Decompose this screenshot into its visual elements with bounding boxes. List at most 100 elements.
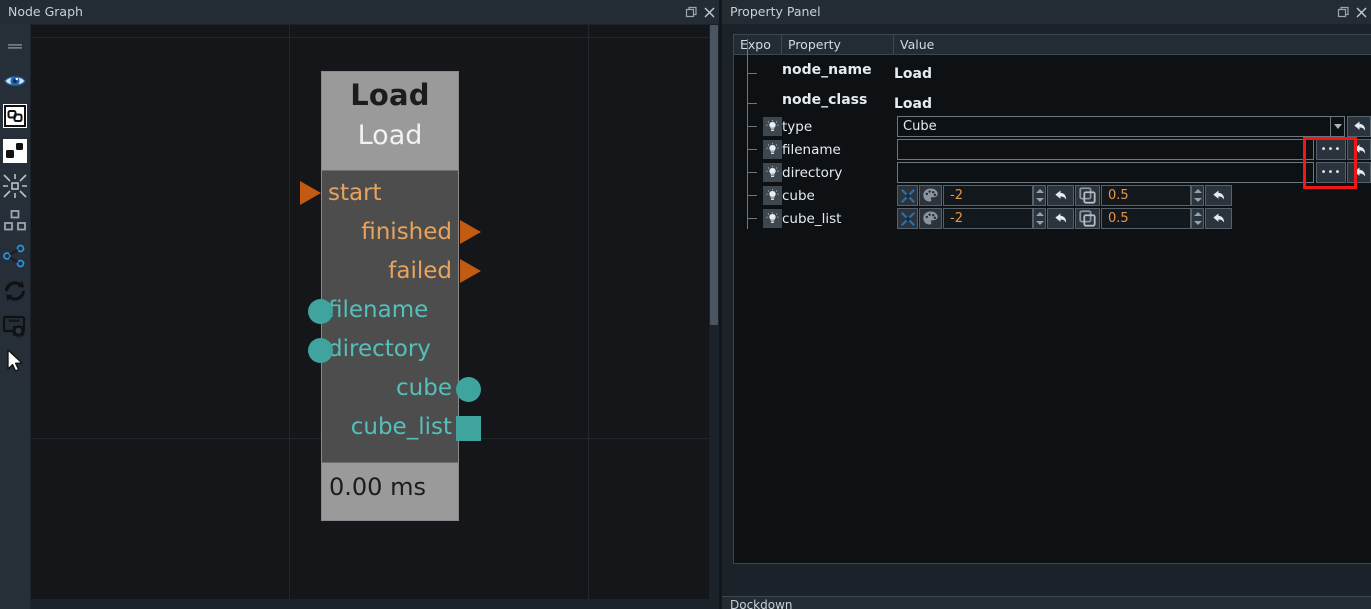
node-graph-horizontal-scrollbar[interactable]	[31, 599, 709, 609]
link-break-icon[interactable]	[897, 185, 918, 206]
grid-line-vertical	[289, 25, 290, 609]
cube-list-number-1[interactable]: -2	[943, 208, 1033, 229]
refresh-icon[interactable]	[1, 273, 29, 308]
group-node-icon[interactable]	[1, 98, 29, 133]
property-panel-titlebar: Property Panel	[722, 0, 1371, 24]
undo-button[interactable]	[1047, 185, 1074, 206]
collapse-icon[interactable]	[1, 168, 29, 203]
expose-bulb-icon[interactable]	[763, 163, 782, 182]
copy-icon[interactable]	[1075, 185, 1100, 206]
node-graph-toolbar	[0, 24, 30, 609]
property-row-node-class[interactable]: node_class Load	[734, 85, 1371, 115]
expose-bulb-icon[interactable]	[763, 186, 782, 205]
property-row-type[interactable]: type Cube	[734, 115, 1371, 138]
port-connector-cube-list[interactable]	[456, 416, 481, 441]
expo-cell	[734, 161, 782, 184]
color-palette-icon[interactable]	[919, 185, 942, 206]
node-graph-titlebar: Node Graph	[0, 0, 719, 24]
property-value-editor: Cube	[894, 115, 1371, 138]
chevron-down-icon[interactable]	[1331, 116, 1345, 137]
expo-cell	[734, 59, 782, 82]
property-panel-titlebar-buttons	[1335, 0, 1369, 24]
node-graph-vertical-scrollbar[interactable]	[709, 25, 719, 609]
port-connector-filename[interactable]	[308, 299, 333, 324]
port-connector-failed[interactable]	[460, 259, 481, 283]
node-port-directory[interactable]: directory	[322, 330, 458, 369]
node-port-failed[interactable]: failed	[322, 252, 458, 291]
property-name: node_class	[782, 92, 868, 108]
expose-bulb-icon[interactable]	[763, 140, 782, 159]
cube-list-number-2-stepper[interactable]	[1191, 208, 1204, 229]
property-value-editor: -2 0.5	[894, 207, 1371, 230]
filename-browse-button[interactable]: •••	[1316, 139, 1346, 160]
expo-cell	[734, 207, 782, 230]
cube-number-1-stepper[interactable]	[1033, 185, 1046, 206]
undo-button[interactable]	[1347, 139, 1371, 160]
screenshot-icon[interactable]	[1, 308, 29, 343]
directory-browse-button[interactable]: •••	[1316, 162, 1346, 183]
column-header-value[interactable]: Value	[894, 35, 1371, 54]
close-icon[interactable]	[1353, 4, 1369, 20]
type-combobox[interactable]: Cube	[897, 116, 1331, 137]
copy-icon[interactable]	[1075, 208, 1100, 229]
close-icon[interactable]	[701, 4, 717, 20]
property-row-cube[interactable]: cube -2 0.5	[734, 184, 1371, 207]
cube-number-2-stepper[interactable]	[1191, 185, 1204, 206]
property-row-node-name[interactable]: node_name Load	[734, 55, 1371, 85]
share-graph-icon[interactable]	[1, 238, 29, 273]
property-value-editor: •••	[894, 161, 1371, 184]
cube-number-2[interactable]: 0.5	[1101, 185, 1191, 206]
property-value-editor: •••	[894, 138, 1371, 161]
undo-button[interactable]	[1205, 208, 1232, 229]
node-subtitle: Load	[357, 120, 423, 151]
undo-button[interactable]	[1205, 185, 1232, 206]
filename-input[interactable]	[897, 139, 1314, 160]
property-row-cube-list[interactable]: cube_list -2 0.5	[734, 207, 1371, 230]
port-connector-cube[interactable]	[456, 377, 481, 402]
property-value-editor: -2 0.5	[894, 184, 1371, 207]
property-name: type	[782, 118, 813, 135]
ungroup-node-icon[interactable]	[1, 133, 29, 168]
tree-branch-line	[747, 195, 757, 196]
undo-button[interactable]	[1047, 208, 1074, 229]
column-header-expo[interactable]: Expo	[734, 35, 782, 54]
float-icon[interactable]	[683, 4, 699, 20]
port-connector-finished[interactable]	[460, 220, 481, 244]
eye-icon[interactable]	[1, 63, 29, 98]
cube-list-number-2[interactable]: 0.5	[1101, 208, 1191, 229]
grid-line-horizontal	[31, 37, 709, 38]
port-connector-directory[interactable]	[308, 338, 333, 363]
undo-button[interactable]	[1347, 116, 1371, 137]
property-row-directory[interactable]: directory •••	[734, 161, 1371, 184]
layout-nodes-icon[interactable]	[1, 203, 29, 238]
node-port-start[interactable]: start	[322, 174, 458, 213]
expose-bulb-icon[interactable]	[763, 209, 782, 228]
cursor-select-icon[interactable]	[1, 343, 29, 378]
tree-branch-line	[747, 149, 757, 150]
expo-cell	[734, 89, 782, 112]
column-header-property[interactable]: Property	[782, 35, 894, 54]
scrollbar-thumb[interactable]	[710, 25, 718, 325]
node-port-cube[interactable]: cube	[322, 369, 458, 408]
node-port-finished[interactable]: finished	[322, 213, 458, 252]
cube-list-number-1-stepper[interactable]	[1033, 208, 1046, 229]
menu-handle-icon[interactable]	[1, 28, 29, 63]
node-port-cube-list[interactable]: cube_list	[322, 408, 458, 447]
undo-button[interactable]	[1347, 162, 1371, 183]
tree-branch-line	[747, 72, 757, 74]
color-palette-icon[interactable]	[919, 208, 942, 229]
port-connector-start[interactable]	[300, 181, 321, 205]
property-name: directory	[782, 164, 843, 181]
node-port-filename[interactable]: filename	[322, 291, 458, 330]
property-row-filename[interactable]: filename •••	[734, 138, 1371, 161]
expo-cell	[734, 184, 782, 207]
link-break-icon[interactable]	[897, 208, 918, 229]
property-panel-title: Property Panel	[730, 4, 821, 19]
cube-number-1[interactable]: -2	[943, 185, 1033, 206]
float-icon[interactable]	[1335, 4, 1351, 20]
directory-input[interactable]	[897, 162, 1314, 183]
graph-node-load[interactable]: Load Load start finished failed filename…	[300, 71, 481, 521]
node-graph-panel: Node Graph Load Load start finished fail…	[0, 0, 719, 609]
expose-bulb-icon[interactable]	[763, 117, 782, 136]
bottom-panel-strip: Dockdown	[722, 596, 1371, 609]
